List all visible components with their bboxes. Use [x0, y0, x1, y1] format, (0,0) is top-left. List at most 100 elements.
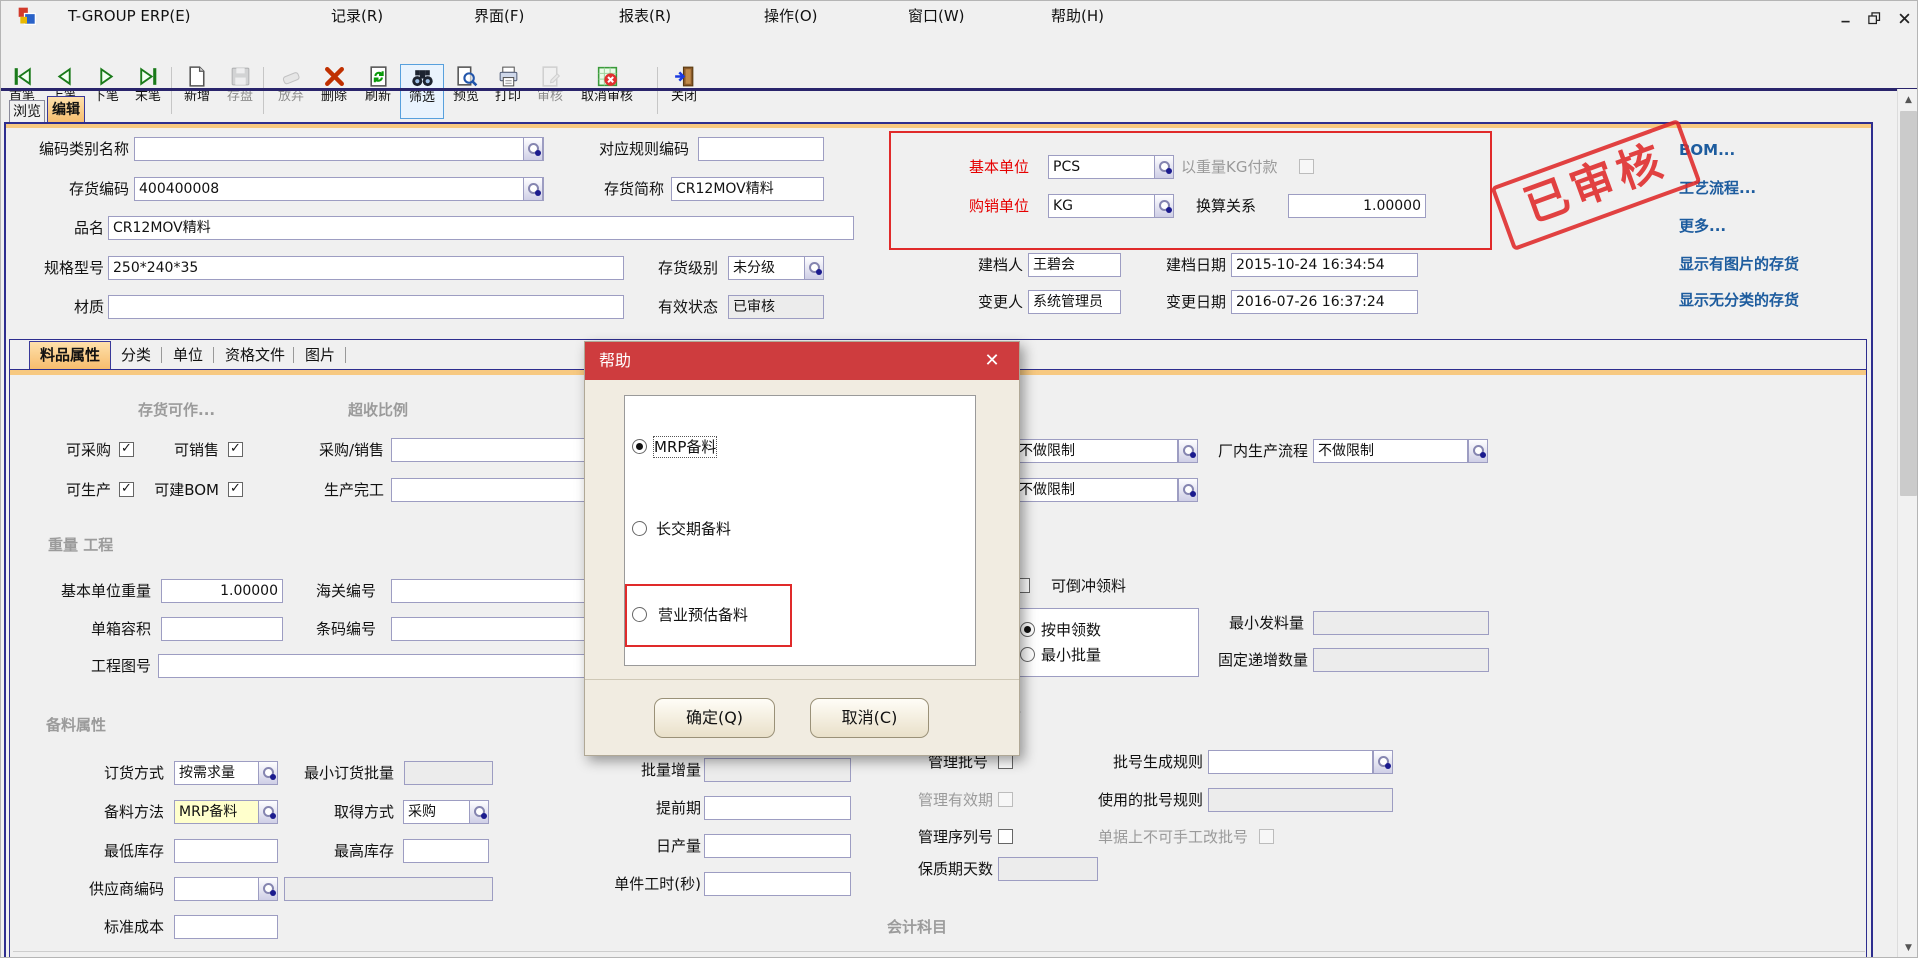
- link-show-unclassified[interactable]: 显示无分类的存货: [1679, 289, 1799, 310]
- subtab-separator: [345, 347, 346, 363]
- field-limit2[interactable]: 不做限制: [1014, 478, 1178, 502]
- menu-item-report[interactable]: 报表(R): [619, 1, 671, 31]
- lookup-factory-flow[interactable]: [1468, 439, 1488, 463]
- label-creator: 建档人: [941, 253, 1023, 277]
- field-max-stock[interactable]: [403, 839, 489, 863]
- no-manual-batch-checkbox[interactable]: [1259, 829, 1274, 844]
- toolbar-print-button[interactable]: 打印: [487, 64, 529, 119]
- toolbar-last-button[interactable]: 末笔: [127, 64, 169, 119]
- toolbar-refresh-button[interactable]: 刷新: [357, 64, 399, 119]
- close-button[interactable]: [1891, 7, 1917, 29]
- label-base-weight: 基本单位重量: [58, 579, 151, 603]
- lookup-batch-rule[interactable]: [1373, 750, 1393, 774]
- field-std-cost[interactable]: [174, 915, 278, 939]
- field-supplier-name: [284, 877, 493, 901]
- field-batch-rule[interactable]: [1208, 750, 1373, 774]
- issue-min-batch-radio[interactable]: [1020, 647, 1035, 662]
- erp-window: T-GROUP ERP(E) 记录(R) 界面(F) 报表(R) 操作(O) 窗…: [0, 0, 1918, 958]
- field-box-volume[interactable]: [161, 617, 283, 641]
- scroll-thumb[interactable]: [1900, 111, 1917, 496]
- manage-validity-checkbox[interactable]: [998, 792, 1013, 807]
- menu-item-help[interactable]: 帮助(H): [1051, 1, 1104, 31]
- dialog-cancel-button[interactable]: 取消(C): [810, 698, 929, 738]
- scroll-down-arrow[interactable]: ▼: [1898, 939, 1918, 957]
- toolbar-close-form-button[interactable]: 关闭: [663, 64, 705, 119]
- link-show-with-image[interactable]: 显示有图片的存货: [1679, 253, 1799, 274]
- lookup-stock-method[interactable]: [258, 800, 278, 824]
- can-sell-checkbox[interactable]: [228, 442, 243, 457]
- toolbar-filter-button[interactable]: 筛选: [400, 64, 444, 119]
- lookup-limit1[interactable]: [1178, 439, 1198, 463]
- subtab-qualification-files[interactable]: 资格文件: [225, 343, 291, 367]
- lookup-supplier-code[interactable]: [258, 877, 278, 901]
- label-max-stock: 最高库存: [331, 839, 394, 863]
- subtab-unit[interactable]: 单位: [173, 343, 213, 367]
- field-create-date: 2015-10-24 16:34:54: [1231, 253, 1418, 277]
- option-mrp-radio[interactable]: [632, 439, 647, 454]
- label-spec: 规格型号: [21, 256, 104, 280]
- option-long-leadtime-label[interactable]: 长交期备料: [656, 519, 731, 539]
- label-issue-min-batch: 最小批量: [1041, 643, 1131, 667]
- lookup-item-code[interactable]: [523, 177, 543, 201]
- toolbar-audit-button[interactable]: 审核: [529, 64, 571, 119]
- field-limit1[interactable]: 不做限制: [1014, 439, 1178, 463]
- vertical-scrollbar[interactable]: ▲ ▼: [1897, 89, 1918, 958]
- dialog-ok-button[interactable]: 确定(Q): [654, 698, 775, 738]
- field-unit-hours[interactable]: [704, 872, 851, 896]
- toolbar-new-button[interactable]: 新增: [176, 64, 218, 119]
- field-daily-output[interactable]: [704, 834, 851, 858]
- tab-edit[interactable]: 编辑: [47, 96, 85, 123]
- toolbar-delete-button[interactable]: 删除: [313, 64, 355, 119]
- field-item-code[interactable]: 400400008: [134, 177, 544, 201]
- subtab-image[interactable]: 图片: [305, 343, 345, 367]
- field-base-weight[interactable]: 1.00000: [161, 579, 283, 603]
- dialog-close-button[interactable]: ✕: [977, 342, 1007, 380]
- close-icon: [1897, 11, 1912, 26]
- toolbar-discard-button[interactable]: 放弃: [270, 64, 312, 119]
- field-short-name[interactable]: CR12MOV精料: [671, 177, 824, 201]
- menu-item-app[interactable]: T-GROUP ERP(E): [68, 1, 191, 31]
- subtab-label: 料品属性: [40, 346, 100, 364]
- toolbar-preview-button[interactable]: 预览: [445, 64, 487, 119]
- subtab-classification[interactable]: 分类: [121, 343, 161, 367]
- field-item-name[interactable]: CR12MOV精料: [108, 216, 854, 240]
- dialog-title-bar[interactable]: 帮助: [585, 342, 1019, 380]
- lookup-level[interactable]: [804, 256, 824, 280]
- section-account: 会计科目: [887, 916, 947, 937]
- lookup-limit2[interactable]: [1178, 478, 1198, 502]
- menu-item-record[interactable]: 记录(R): [331, 1, 383, 31]
- link-more[interactable]: 更多...: [1679, 215, 1726, 236]
- issue-by-apply-radio[interactable]: [1020, 622, 1035, 637]
- field-min-stock[interactable]: [174, 839, 278, 863]
- lookup-order-mode[interactable]: [258, 761, 278, 785]
- toolbar-next-button[interactable]: 下笔: [85, 64, 127, 119]
- minimize-button[interactable]: [1833, 7, 1859, 29]
- menu-item-operation[interactable]: 操作(O): [764, 1, 818, 31]
- manage-serial-checkbox[interactable]: [998, 829, 1013, 844]
- menu-item-interface[interactable]: 界面(F): [474, 1, 524, 31]
- field-code-category[interactable]: [134, 137, 544, 161]
- can-bom-checkbox[interactable]: [228, 482, 243, 497]
- field-factory-flow[interactable]: 不做限制: [1313, 439, 1468, 463]
- subtab-item-attributes[interactable]: 料品属性: [29, 341, 111, 369]
- lookup-acquire-mode[interactable]: [469, 800, 489, 824]
- toolbar-cancel-audit-button[interactable]: 取消审核: [571, 64, 643, 119]
- toolbar-save-button[interactable]: 存盘: [219, 64, 261, 119]
- menu-item-window[interactable]: 窗口(W): [908, 1, 965, 31]
- lookup-code-category[interactable]: [523, 137, 543, 161]
- tab-browse[interactable]: 浏览: [9, 100, 45, 123]
- field-spec[interactable]: 250*240*35: [108, 256, 624, 280]
- field-rule-code[interactable]: [698, 137, 824, 161]
- magnifier-icon: [1183, 484, 1194, 495]
- can-purchase-checkbox[interactable]: [119, 442, 134, 457]
- field-lead-time[interactable]: [704, 796, 851, 820]
- scroll-up-arrow[interactable]: ▲: [1898, 91, 1918, 109]
- option-mrp-label[interactable]: MRP备料: [654, 437, 716, 457]
- can-produce-checkbox[interactable]: [119, 482, 134, 497]
- manage-batch-checkbox[interactable]: [998, 754, 1013, 769]
- restore-button[interactable]: [1861, 7, 1887, 29]
- label-std-cost: 标准成本: [101, 915, 164, 939]
- option-long-leadtime-radio[interactable]: [632, 521, 647, 536]
- delete-icon: [322, 64, 347, 89]
- field-material[interactable]: [108, 295, 624, 319]
